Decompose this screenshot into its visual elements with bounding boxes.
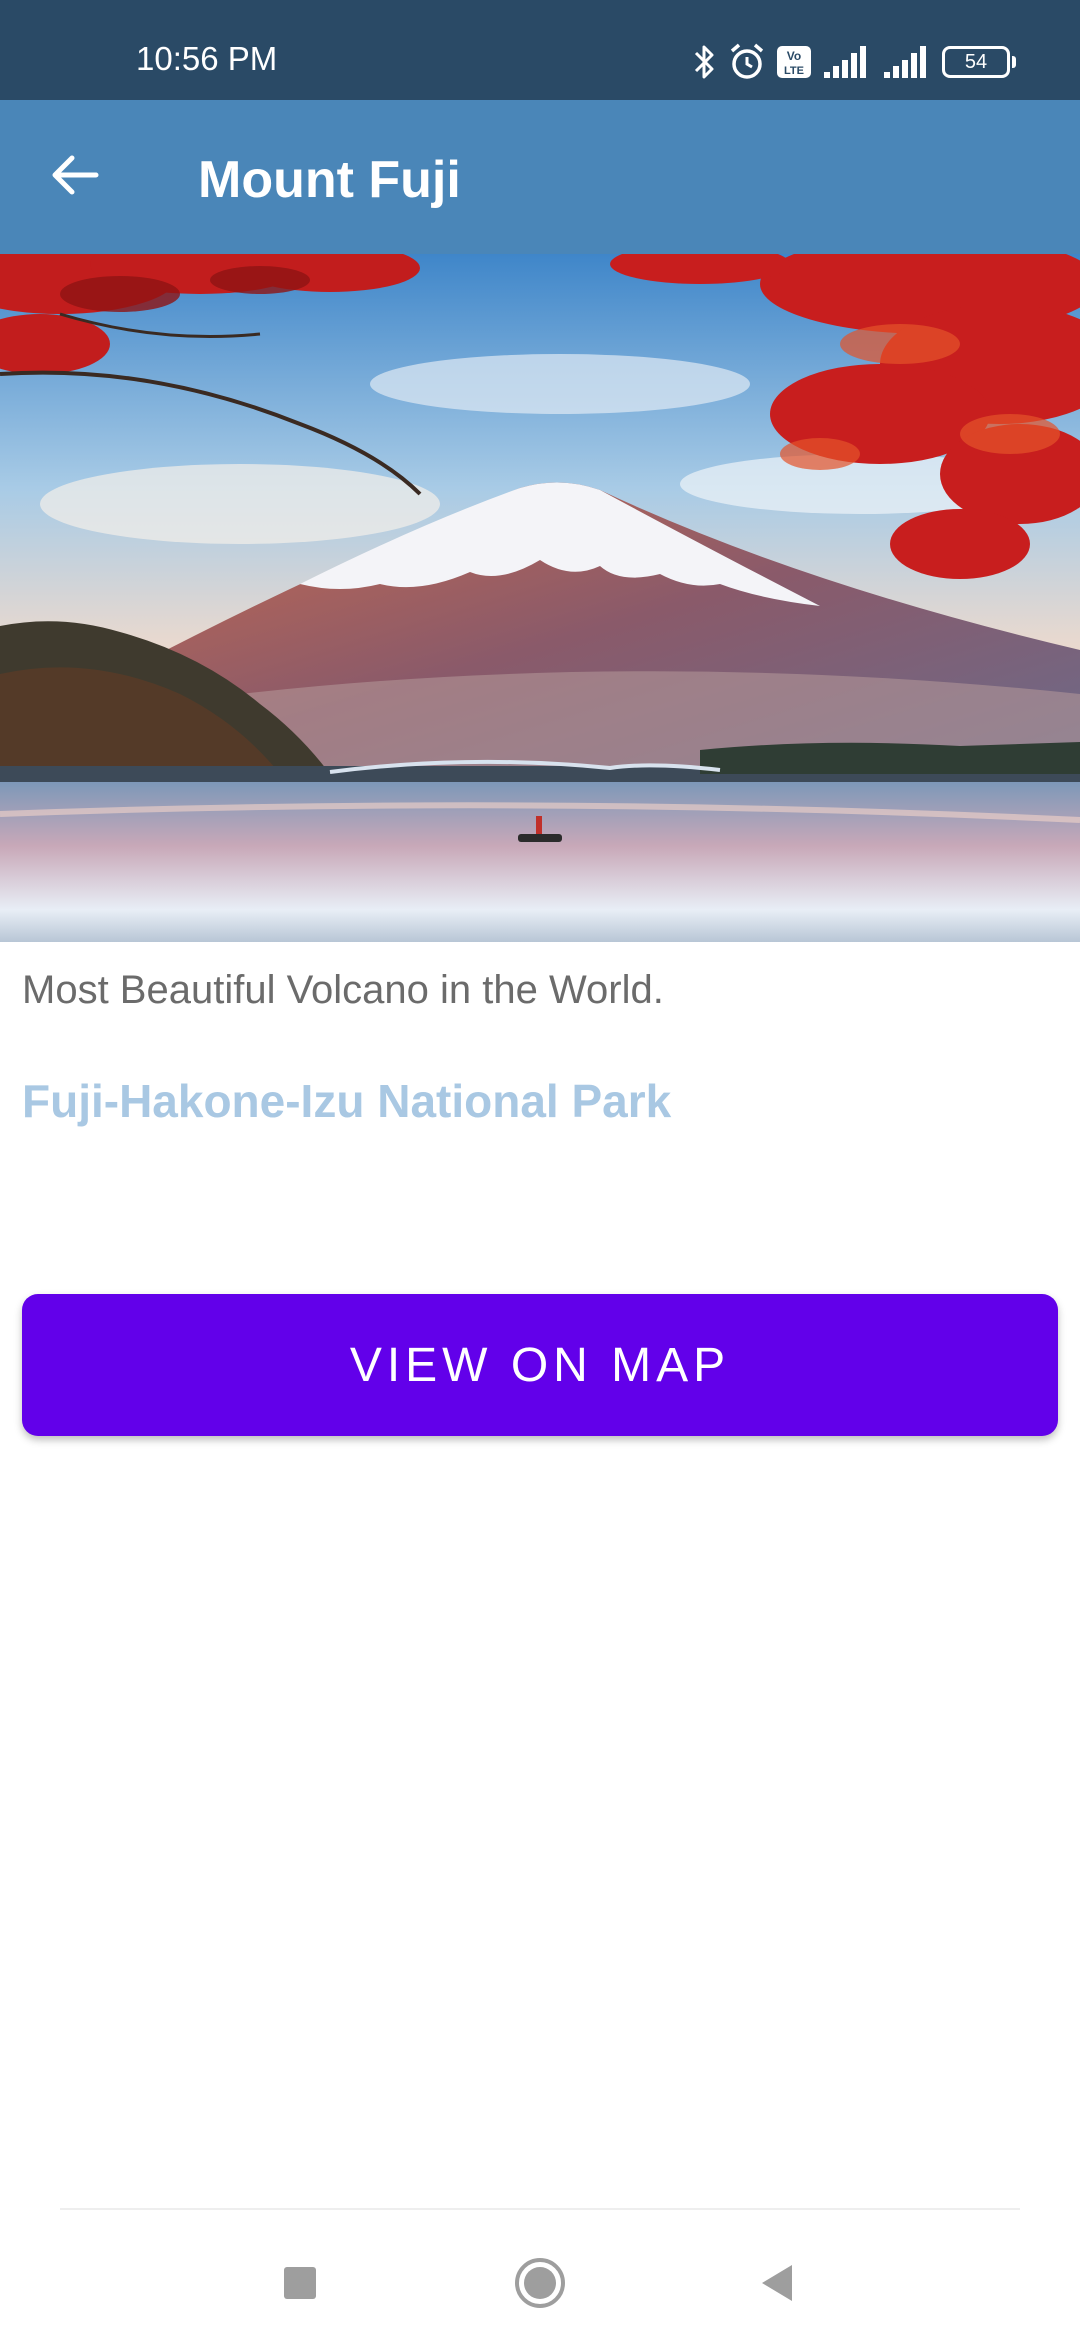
signal-icon: [822, 44, 872, 80]
nav-back-button[interactable]: [742, 2250, 812, 2320]
recents-square-icon: [282, 2265, 318, 2306]
mount-fuji-image: [0, 254, 1080, 942]
view-on-map-button[interactable]: VIEW ON MAP: [22, 1294, 1058, 1436]
alarm-icon: [728, 42, 766, 82]
battery-icon: 54: [942, 46, 1016, 78]
signal-icon: [882, 44, 932, 80]
status-icons: Vo LTE 54: [692, 40, 1016, 84]
arrow-back-icon: [50, 153, 100, 202]
bluetooth-icon: [692, 42, 718, 82]
app-bar: Mount Fuji: [0, 100, 1080, 254]
home-circle-icon: [514, 2257, 566, 2314]
back-button[interactable]: [30, 132, 120, 222]
volte-text-bottom: LTE: [784, 65, 804, 77]
home-button[interactable]: [505, 2250, 575, 2320]
volte-text-top: Vo: [787, 49, 801, 63]
back-triangle-icon: [758, 2263, 796, 2308]
status-time: 10:56 PM: [136, 40, 278, 77]
park-name-link[interactable]: Fuji-Hakone-Izu National Park: [22, 1074, 671, 1128]
recents-button[interactable]: [265, 2250, 335, 2320]
place-description: Most Beautiful Volcano in the World.: [22, 968, 664, 1012]
screen: 10:56 PM Vo LTE 54 Mount Fuji Most Beaut…: [0, 0, 1080, 2340]
volte-icon: Vo LTE: [776, 45, 812, 79]
page-title: Mount Fuji: [198, 151, 461, 209]
status-bar: 10:56 PM Vo LTE 54: [0, 0, 1080, 100]
system-nav-bar: [0, 2210, 1080, 2340]
